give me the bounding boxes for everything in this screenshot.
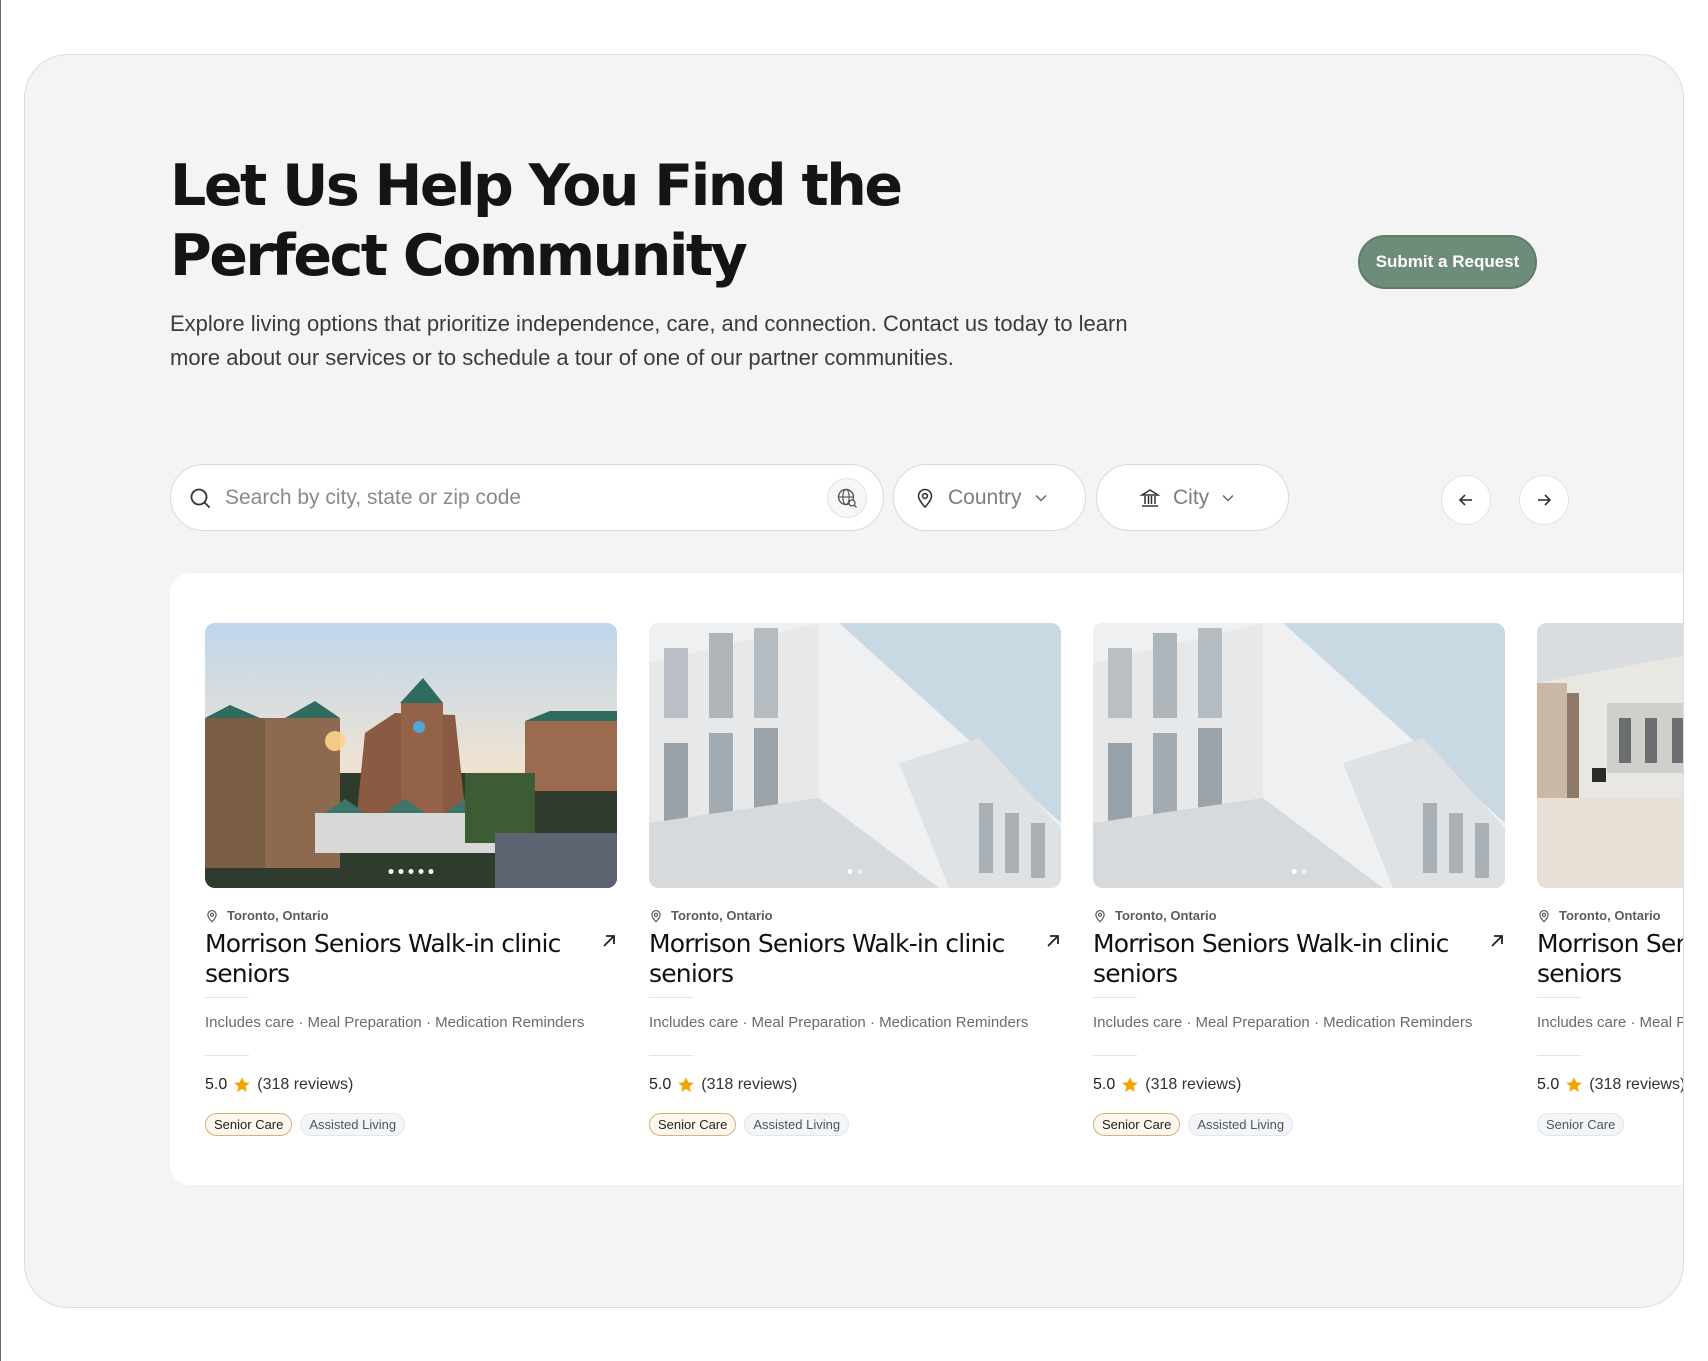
divider [1093, 997, 1137, 998]
listing-photo[interactable] [1093, 623, 1505, 888]
arrow-up-right-icon[interactable] [1489, 933, 1505, 949]
carousel-next-button[interactable] [1519, 475, 1569, 525]
globe-search-icon [837, 488, 857, 508]
search-icon [190, 488, 210, 508]
star-icon [1566, 1077, 1582, 1092]
listing-title-link[interactable]: Morrison Seniors Walk-in clinic seniors [649, 929, 1021, 989]
country-select[interactable]: Country [893, 464, 1086, 531]
rating-value: 5.0 [1537, 1076, 1560, 1093]
listing-rating: 5.0 (318 reviews) [1537, 1076, 1684, 1094]
window-edge [0, 0, 1, 1361]
listing-photo[interactable] [1537, 623, 1683, 888]
listings-carousel: Toronto, Ontario Morrison Seniors Walk-i… [170, 573, 1684, 1185]
building-photo [649, 623, 1061, 888]
tag-assisted-living: Assisted Living [1188, 1113, 1294, 1136]
carousel-prev-button[interactable] [1441, 475, 1491, 525]
listing-tags: Senior Care Assisted Living [1093, 1113, 1505, 1136]
atrium-photo [1537, 623, 1683, 888]
hospital-photo [205, 623, 617, 888]
listing-features: Includes care · Meal Preparation · Medic… [1093, 1014, 1473, 1031]
tag-senior-care: Senior Care [649, 1113, 737, 1136]
star-icon [234, 1077, 250, 1092]
submit-request-button[interactable]: Submit a Request [1358, 235, 1537, 289]
divider [649, 997, 693, 998]
rating-value: 5.0 [1093, 1076, 1116, 1093]
review-count: (318 reviews) [1145, 1076, 1242, 1093]
tag-senior-care: Senior Care [205, 1113, 293, 1136]
carousel-dots[interactable] [1291, 869, 1307, 874]
building-photo [1093, 623, 1505, 888]
listing-title-link[interactable]: Morrison Seniors Walk-in clinic seniors [1093, 929, 1465, 989]
listing-tags: Senior Care [1537, 1113, 1683, 1136]
listing-location: Toronto, Ontario [227, 908, 329, 923]
building-icon [1139, 488, 1161, 507]
review-count: (318 reviews) [257, 1076, 354, 1093]
city-label: City [1173, 485, 1210, 509]
map-pin-icon [207, 909, 217, 923]
listing-card[interactable]: Toronto, Ontario Morrison Seniors Walk-i… [1093, 623, 1505, 1136]
listing-card[interactable]: Toronto, Ontario Morrison Seniors Walk-i… [649, 623, 1061, 1136]
city-select[interactable]: City [1096, 464, 1289, 531]
listing-card[interactable]: Toronto, Ontario Morrison Seniors Walk-i… [1537, 623, 1684, 1136]
page-title: Let Us Help You Find the Perfect Communi… [170, 153, 903, 289]
arrow-up-right-icon[interactable] [1045, 933, 1061, 949]
listing-location: Toronto, Ontario [1559, 908, 1661, 923]
listing-features: Includes care · Meal Preparation · Medic… [649, 1014, 1029, 1031]
page-subtitle: Explore living options that prioritize i… [170, 311, 1128, 370]
divider [1537, 997, 1581, 998]
divider [205, 1055, 249, 1056]
chevron-down-icon [1035, 494, 1047, 502]
listing-location: Toronto, Ontario [1115, 908, 1217, 923]
listing-photo[interactable] [205, 623, 617, 888]
search-input[interactable] [225, 485, 827, 510]
locate-button[interactable] [827, 477, 867, 518]
divider [205, 997, 249, 998]
tag-senior-care: Senior Care [1537, 1113, 1625, 1136]
listing-rating: 5.0 (318 reviews) [205, 1076, 617, 1094]
map-pin-icon [1539, 909, 1549, 923]
community-finder-section: Let Us Help You Find the Perfect Communi… [24, 54, 1684, 1308]
rating-value: 5.0 [649, 1076, 672, 1093]
listing-rating: 5.0 (318 reviews) [649, 1076, 1061, 1094]
arrow-left-icon [1458, 494, 1472, 506]
listing-photo[interactable] [649, 623, 1061, 888]
listing-title-link[interactable]: Morrison Seniors Walk-in clinic seniors [205, 929, 577, 989]
divider [1093, 1055, 1137, 1056]
listing-card[interactable]: Toronto, Ontario Morrison Seniors Walk-i… [205, 623, 617, 1136]
rating-value: 5.0 [205, 1076, 228, 1093]
carousel-dots[interactable] [847, 869, 863, 874]
arrow-up-right-icon[interactable] [601, 933, 617, 949]
listing-features: Includes care · Meal Preparation · Medic… [1537, 1014, 1683, 1031]
map-pin-icon [1095, 909, 1105, 923]
listing-tags: Senior Care Assisted Living [649, 1113, 1061, 1136]
map-pin-icon [917, 488, 933, 508]
search-bar [170, 464, 884, 531]
listing-location: Toronto, Ontario [671, 908, 773, 923]
tag-senior-care: Senior Care [1093, 1113, 1181, 1136]
tag-assisted-living: Assisted Living [744, 1113, 850, 1136]
country-label: Country [948, 485, 1022, 509]
listing-features: Includes care · Meal Preparation · Medic… [205, 1014, 585, 1031]
listing-rating: 5.0 (318 reviews) [1093, 1076, 1505, 1094]
map-pin-icon [651, 909, 661, 923]
star-icon [678, 1077, 694, 1092]
listing-title-link[interactable]: Morrison Seniors Walk-in clinic seniors [1537, 929, 1683, 989]
carousel-dots[interactable] [388, 869, 434, 874]
tag-assisted-living: Assisted Living [300, 1113, 406, 1136]
review-count: (318 reviews) [701, 1076, 798, 1093]
arrow-right-icon [1538, 494, 1552, 506]
listing-tags: Senior Care Assisted Living [205, 1113, 617, 1136]
divider [649, 1055, 693, 1056]
star-icon [1122, 1077, 1138, 1092]
divider [1537, 1055, 1581, 1056]
review-count: (318 reviews) [1589, 1076, 1684, 1093]
chevron-down-icon [1222, 494, 1234, 502]
